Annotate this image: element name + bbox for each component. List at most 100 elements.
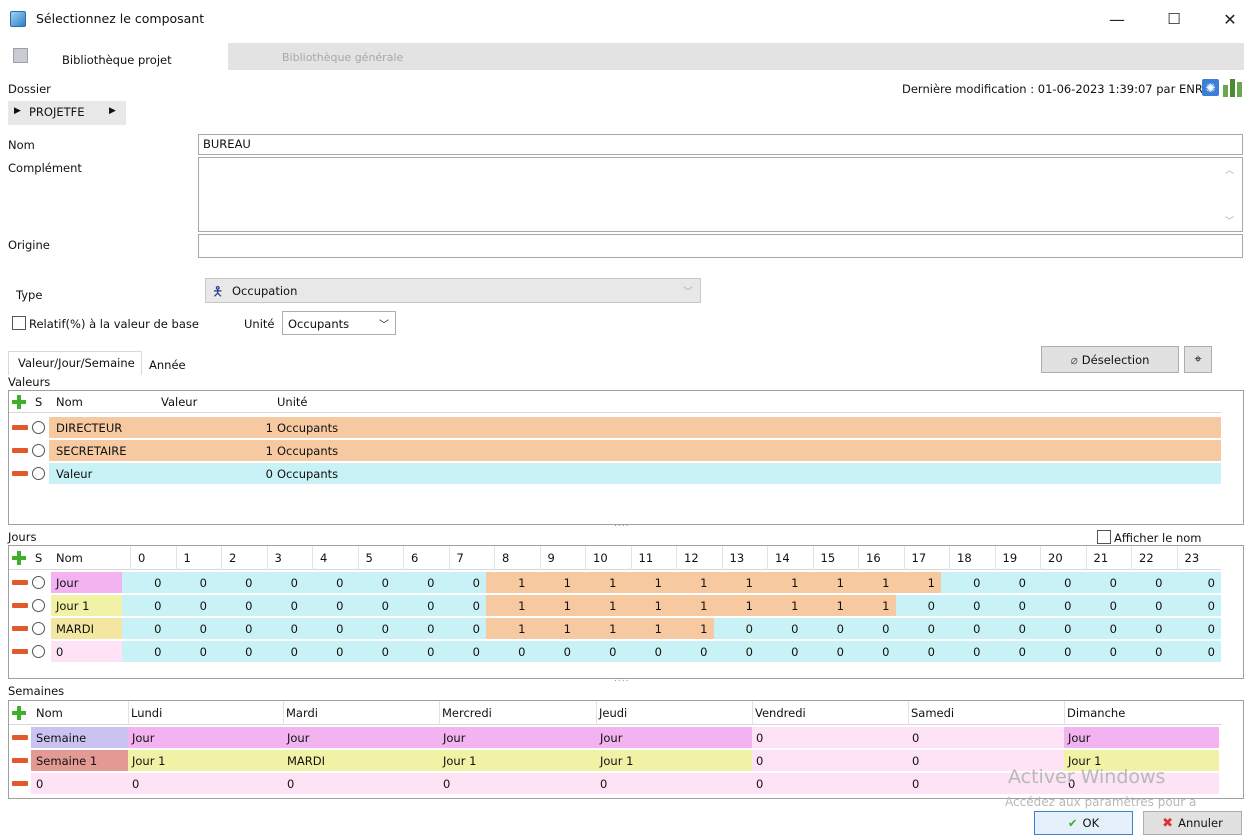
valeur-row[interactable]: DIRECTEUR 1 Occupants bbox=[9, 417, 1221, 438]
jour-hour-cell[interactable]: 1 bbox=[668, 572, 714, 593]
jour-hour-cell[interactable]: 0 bbox=[440, 641, 486, 662]
jour-hour-cell[interactable]: 0 bbox=[395, 618, 441, 639]
semaine-cell[interactable]: 0 bbox=[752, 727, 908, 748]
semaine-cell[interactable]: Semaine 1 bbox=[31, 750, 128, 771]
jour-hour-cell[interactable]: 0 bbox=[986, 595, 1032, 616]
jour-hour-cell[interactable]: 0 bbox=[440, 572, 486, 593]
semaine-cell[interactable]: 0 bbox=[283, 773, 439, 794]
jour-hour-cell[interactable]: 0 bbox=[804, 641, 850, 662]
jour-hour-cell[interactable]: 1 bbox=[486, 618, 532, 639]
jour-hour-cell[interactable]: 0 bbox=[1032, 572, 1078, 593]
jour-hour-cell[interactable]: 0 bbox=[1032, 595, 1078, 616]
semaine-cell[interactable]: Jour bbox=[596, 727, 752, 748]
jour-hour-cell[interactable]: 1 bbox=[850, 595, 896, 616]
jour-hour-cell[interactable]: 1 bbox=[713, 595, 759, 616]
jour-hour-cell[interactable]: 1 bbox=[804, 595, 850, 616]
jour-hour-cell[interactable]: 0 bbox=[1168, 595, 1221, 616]
jour-hour-cell[interactable]: 0 bbox=[850, 641, 896, 662]
semaine-cell[interactable]: Semaine bbox=[31, 727, 128, 748]
jour-hour-cell[interactable]: 0 bbox=[941, 572, 987, 593]
jour-hour-cell[interactable]: 0 bbox=[668, 641, 714, 662]
tab-annee[interactable]: Année bbox=[149, 358, 186, 372]
jour-hour-cell[interactable]: 0 bbox=[213, 595, 259, 616]
semaine-cell[interactable]: 0 bbox=[596, 773, 752, 794]
jour-hour-cell[interactable]: 1 bbox=[577, 595, 623, 616]
semaine-cell[interactable]: Jour bbox=[1064, 727, 1219, 748]
semaine-row[interactable]: Semaine Jour Jour Jour Jour 0 0 Jour bbox=[9, 727, 1221, 748]
semaine-cell[interactable]: Jour bbox=[128, 727, 283, 748]
jour-hour-cell[interactable]: 0 bbox=[1077, 572, 1123, 593]
jour-hour-cell[interactable]: 0 bbox=[213, 572, 259, 593]
relative-checkbox[interactable] bbox=[12, 316, 26, 330]
remove-row-icon[interactable] bbox=[12, 603, 28, 608]
breadcrumb-next-icon[interactable]: ▶ bbox=[109, 106, 116, 116]
scroll-up-icon[interactable]: ︿ bbox=[1225, 163, 1234, 176]
jour-hour-cell[interactable]: 0 bbox=[258, 641, 304, 662]
remove-row-icon[interactable] bbox=[12, 649, 28, 654]
maximize-button[interactable]: ☐ bbox=[1151, 4, 1197, 34]
jour-hour-cell[interactable]: 0 bbox=[895, 641, 941, 662]
select-radio[interactable] bbox=[32, 645, 45, 658]
jour-hour-cell[interactable]: 0 bbox=[122, 595, 168, 616]
jour-hour-cell[interactable]: 0 bbox=[167, 618, 213, 639]
add-semaine-icon[interactable] bbox=[12, 706, 26, 720]
remove-row-icon[interactable] bbox=[12, 735, 28, 740]
jour-row[interactable]: Jour 1000000001111111110000000 bbox=[9, 595, 1221, 616]
jour-hour-cell[interactable]: 0 bbox=[759, 641, 805, 662]
close-button[interactable]: ✕ bbox=[1207, 4, 1253, 34]
jour-hour-cell[interactable]: 0 bbox=[941, 595, 987, 616]
jour-hour-cell[interactable]: 0 bbox=[850, 618, 896, 639]
breadcrumb-folder[interactable]: PROJETFE bbox=[29, 105, 85, 119]
jour-row[interactable]: MARDI 0 0 0 0 0 0 0 0 1 1 1 1 1 0 0 0 0 0 0 0 0 0 0 0 bbox=[9, 618, 1221, 639]
jour-hour-cell[interactable]: 0 bbox=[213, 641, 259, 662]
jour-hour-cell[interactable]: 1 bbox=[759, 595, 805, 616]
jour-hour-cell[interactable]: 1 bbox=[713, 572, 759, 593]
jour-hour-cell[interactable]: 0 bbox=[941, 618, 987, 639]
semaine-cell[interactable]: 0 bbox=[128, 773, 283, 794]
tab-general-library[interactable]: Bibliothèque générale bbox=[282, 51, 403, 64]
jour-hour-cell[interactable]: 0 bbox=[349, 618, 395, 639]
jour-hour-cell[interactable]: 0 bbox=[349, 641, 395, 662]
minimize-button[interactable]: — bbox=[1094, 4, 1140, 34]
jour-hour-cell[interactable]: 1 bbox=[486, 572, 532, 593]
ok-button[interactable]: ✔ OK bbox=[1034, 811, 1133, 835]
jour-hour-cell[interactable]: 0 bbox=[1077, 595, 1123, 616]
semaine-cell[interactable]: Jour bbox=[283, 727, 439, 748]
jour-hour-cell[interactable]: 0 bbox=[531, 641, 577, 662]
jour-hour-cell[interactable]: 0 bbox=[122, 641, 168, 662]
jour-hour-cell[interactable]: 0 bbox=[167, 595, 213, 616]
remove-row-icon[interactable] bbox=[12, 580, 28, 585]
jour-hour-cell[interactable]: 0 bbox=[622, 641, 668, 662]
jour-hour-cell[interactable]: 0 bbox=[1123, 572, 1169, 593]
semaine-cell[interactable]: Jour 1 bbox=[439, 750, 596, 771]
jour-hour-cell[interactable]: 0 bbox=[759, 618, 805, 639]
valeur-row[interactable]: SECRETAIRE 1 Occupants bbox=[9, 440, 1221, 461]
jour-hour-cell[interactable]: 0 bbox=[304, 641, 350, 662]
jour-hour-cell[interactable]: 0 bbox=[713, 641, 759, 662]
jour-hour-cell[interactable]: 1 bbox=[668, 595, 714, 616]
jour-hour-cell[interactable]: 1 bbox=[577, 618, 623, 639]
remove-row-icon[interactable] bbox=[12, 781, 28, 786]
select-radio[interactable] bbox=[32, 444, 45, 457]
valeur-row[interactable]: Valeur 0 Occupants bbox=[9, 463, 1221, 484]
jour-hour-cell[interactable]: 0 bbox=[167, 641, 213, 662]
fit-view-icon[interactable]: ⌖ bbox=[1184, 346, 1212, 373]
scroll-down-icon[interactable]: ﹀ bbox=[1225, 214, 1234, 227]
jour-hour-cell[interactable]: 0 bbox=[486, 641, 532, 662]
jour-hour-cell[interactable]: 0 bbox=[258, 572, 304, 593]
jour-hour-cell[interactable]: 1 bbox=[531, 572, 577, 593]
cancel-button[interactable]: ✖ Annuler bbox=[1143, 811, 1242, 835]
jour-hour-cell[interactable]: 0 bbox=[986, 618, 1032, 639]
jour-hour-cell[interactable]: 0 bbox=[713, 618, 759, 639]
jour-hour-cell[interactable]: 0 bbox=[395, 572, 441, 593]
jour-hour-cell[interactable]: 0 bbox=[122, 572, 168, 593]
jour-hour-cell[interactable]: 1 bbox=[577, 572, 623, 593]
jour-hour-cell[interactable]: 1 bbox=[804, 572, 850, 593]
jour-hour-cell[interactable]: 0 bbox=[1123, 618, 1169, 639]
jour-hour-cell[interactable]: 0 bbox=[1123, 595, 1169, 616]
remove-row-icon[interactable] bbox=[12, 626, 28, 631]
semaine-cell[interactable]: 0 bbox=[439, 773, 596, 794]
jour-hour-cell[interactable]: 0 bbox=[304, 595, 350, 616]
jour-hour-cell[interactable]: 0 bbox=[349, 595, 395, 616]
jour-hour-cell[interactable]: 0 bbox=[1168, 618, 1221, 639]
